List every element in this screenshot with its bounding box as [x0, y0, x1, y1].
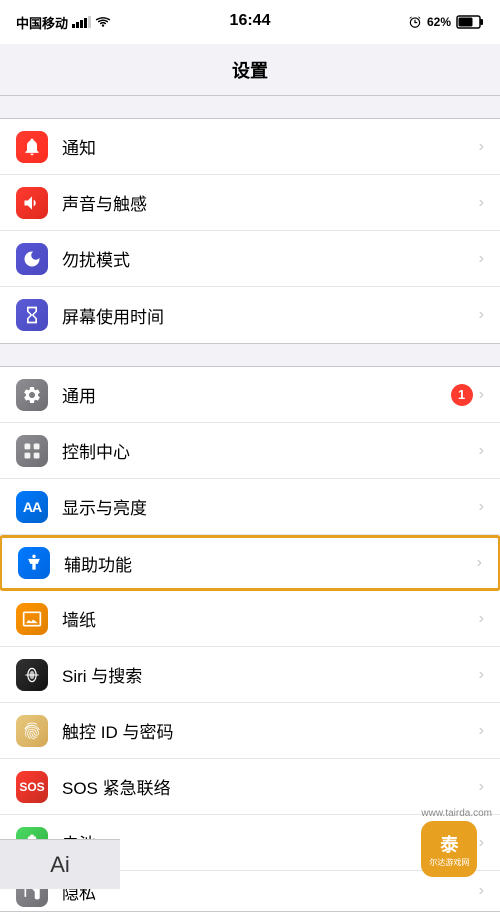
watermark: www.tairda.com 泰 尔达游戏网: [421, 808, 492, 877]
tongzhi-right: ›: [479, 138, 484, 156]
xianshi-label: 显示与亮度: [62, 494, 479, 519]
siri-right: ›: [479, 666, 484, 684]
list-item-wufang[interactable]: 勿扰模式 ›: [0, 231, 500, 287]
zhiwen-chevron: ›: [479, 722, 484, 740]
signal-icon: [72, 16, 91, 28]
pingmu-right: ›: [479, 306, 484, 324]
xianshi-icon: AA: [16, 491, 48, 523]
siri-glyph: [22, 665, 42, 685]
tongyong-label: 通用: [62, 382, 451, 407]
biezhi-right: ›: [479, 610, 484, 628]
wifi-icon: [95, 16, 111, 28]
fingerprint-icon: [22, 721, 42, 741]
nav-bar: 设置: [0, 44, 500, 96]
yinsi-right: ›: [479, 882, 484, 900]
shengyin-icon: [16, 187, 48, 219]
shengyin-chevron: ›: [479, 194, 484, 212]
wufang-icon: [16, 243, 48, 275]
fuzhu-icon: [18, 547, 50, 579]
pingmu-label: 屏幕使用时间: [62, 303, 479, 328]
sos-text: SOS: [19, 780, 44, 794]
siri-icon: [16, 659, 48, 691]
yinsi-chevron: ›: [479, 882, 484, 900]
tongyong-icon: [16, 379, 48, 411]
shengyin-label: 声音与触感: [62, 190, 479, 215]
wufang-label: 勿扰模式: [62, 246, 479, 271]
siri-label: Siri 与搜索: [62, 662, 479, 687]
wufang-right: ›: [479, 250, 484, 268]
bell-icon: [22, 137, 42, 157]
watermark-site: www.tairda.com: [421, 808, 492, 819]
kongzhi-chevron: ›: [479, 442, 484, 460]
page-title: 设置: [232, 57, 268, 83]
gear-icon: [22, 385, 42, 405]
xianshi-chevron: ›: [479, 498, 484, 516]
list-item-biezhi[interactable]: 墙纸 ›: [0, 591, 500, 647]
aa-text: AA: [23, 499, 41, 515]
list-item-siri[interactable]: Siri 与搜索 ›: [0, 647, 500, 703]
sos-icon: SOS: [16, 771, 48, 803]
control-center-icon: [22, 441, 42, 461]
list-item-shengyin[interactable]: 声音与触感 ›: [0, 175, 500, 231]
zhiwen-right: ›: [479, 722, 484, 740]
kongzhi-right: ›: [479, 442, 484, 460]
list-item-tongzhi[interactable]: 通知 ›: [0, 119, 500, 175]
wallpaper-icon: [22, 609, 42, 629]
watermark-logo-text: 泰: [440, 831, 458, 857]
ai-label: Ai: [50, 852, 70, 878]
list-item-fuzhu[interactable]: 辅助功能 ›: [0, 535, 500, 591]
fuzhu-label: 辅助功能: [64, 551, 477, 576]
watermark-logo-sub: 尔达游戏网: [429, 857, 469, 868]
tongzhi-label: 通知: [62, 134, 479, 159]
carrier-text: 中国移动: [16, 13, 68, 32]
tongyong-badge: 1: [451, 384, 473, 406]
tongzhi-chevron: ›: [479, 138, 484, 156]
alarm-icon: [408, 15, 422, 29]
biezhi-label: 墙纸: [62, 606, 479, 631]
sound-icon: [22, 193, 42, 213]
moon-icon: [22, 249, 42, 269]
tongyong-right: 1 ›: [451, 384, 484, 406]
list-item-xianshi[interactable]: AA 显示与亮度 ›: [0, 479, 500, 535]
wufang-chevron: ›: [479, 250, 484, 268]
watermark-logo: 泰 尔达游戏网: [421, 821, 477, 877]
biezhi-chevron: ›: [479, 610, 484, 628]
kongzhi-icon: [16, 435, 48, 467]
pingmu-icon: [16, 299, 48, 331]
section-list-1: 通知 › 声音与触感 ›: [0, 118, 500, 344]
time-display: 16:44: [230, 12, 271, 30]
tongzhi-icon: [16, 131, 48, 163]
zhiwen-label: 触控 ID 与密码: [62, 718, 479, 743]
shengyin-right: ›: [479, 194, 484, 212]
sos-right: ›: [479, 778, 484, 796]
section-notifications: 通知 › 声音与触感 ›: [0, 118, 500, 344]
status-right: 62%: [408, 15, 484, 29]
yinsi-label: 隐私: [62, 879, 479, 904]
battery-percentage: 62%: [427, 15, 451, 29]
fuzhu-right: ›: [477, 554, 482, 572]
fuzhu-chevron: ›: [477, 554, 482, 572]
list-item-sos[interactable]: SOS SOS 紧急联络 ›: [0, 759, 500, 815]
list-item-pingmu[interactable]: 屏幕使用时间 ›: [0, 287, 500, 343]
diandian-label: 电池: [62, 830, 479, 855]
kongzhi-label: 控制中心: [62, 438, 479, 463]
sos-label: SOS 紧急联络: [62, 774, 479, 799]
zhiwen-icon: [16, 715, 48, 747]
biezhi-icon: [16, 603, 48, 635]
battery-icon: [456, 15, 484, 29]
hourglass-icon: [22, 305, 42, 325]
pingmu-chevron: ›: [479, 306, 484, 324]
status-bar: 中国移动 16:44 62%: [0, 0, 500, 44]
xianshi-right: ›: [479, 498, 484, 516]
list-item-tongyong[interactable]: 通用 1 ›: [0, 367, 500, 423]
list-item-zhiwen[interactable]: 触控 ID 与密码 ›: [0, 703, 500, 759]
accessibility-icon: [24, 553, 44, 573]
status-left: 中国移动: [16, 13, 111, 32]
tongyong-chevron: ›: [479, 386, 484, 404]
ai-partial-item: Ai: [0, 839, 120, 889]
sos-chevron: ›: [479, 778, 484, 796]
siri-chevron: ›: [479, 666, 484, 684]
list-item-kongzhi[interactable]: 控制中心 ›: [0, 423, 500, 479]
settings-content: 通知 › 声音与触感 ›: [0, 118, 500, 912]
